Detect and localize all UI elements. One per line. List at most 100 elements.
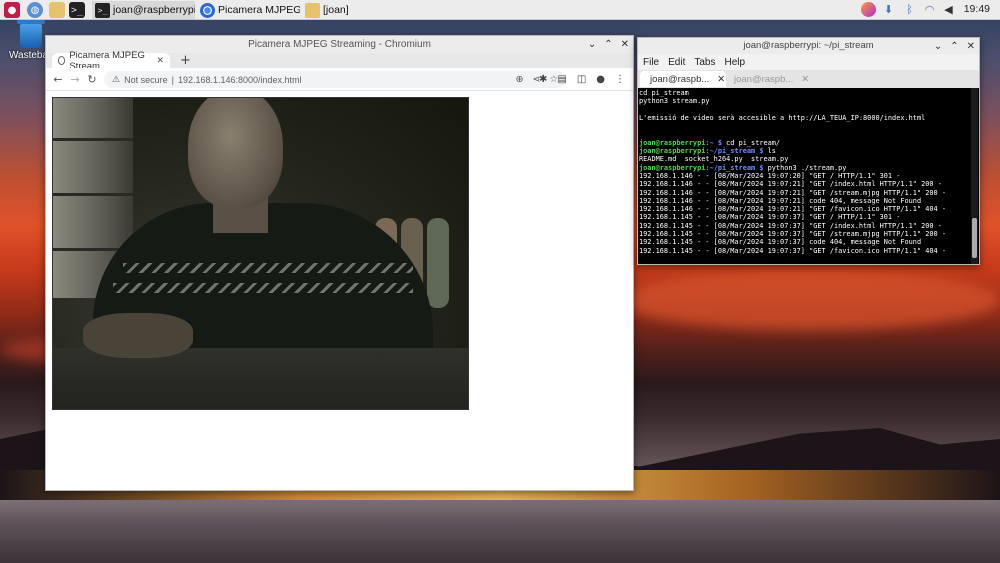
side-panel-icon[interactable]: ◫ bbox=[577, 74, 586, 85]
zoom-icon[interactable]: ⊕ bbox=[516, 74, 524, 85]
prompt-user: joan@raspberrypi bbox=[639, 138, 706, 147]
prompt-dir: :~/pi_stream $ bbox=[705, 163, 764, 172]
volume-icon[interactable]: ◀ bbox=[941, 2, 956, 17]
terminal-line: 192.168.1.146 - - [08/Mar/2024 19:07:21]… bbox=[639, 205, 946, 214]
clock[interactable]: 19:49 bbox=[964, 3, 990, 15]
stream-person-head bbox=[188, 98, 283, 208]
file-manager-icon[interactable] bbox=[49, 2, 65, 18]
terminal-line: joan@raspberrypi:~/pi_stream $ ls bbox=[639, 147, 972, 155]
forward-icon[interactable]: → bbox=[67, 71, 83, 87]
terminal-window-title: joan@raspberrypi: ~/pi_stream bbox=[743, 40, 874, 51]
terminal-tabstrip: joan@raspb... ✕ joan@raspb... ✕ bbox=[638, 70, 979, 88]
prompt-command: ls bbox=[763, 147, 776, 156]
sweater-pattern bbox=[123, 263, 413, 273]
scrollbar-thumb[interactable] bbox=[972, 218, 977, 258]
prompt-user: joan@raspberrypi bbox=[639, 163, 706, 172]
terminal-output[interactable]: cd pi_stream python3 stream.py L'emissió d… bbox=[639, 88, 972, 264]
terminal-line: joan@raspberrypi:~ $ cd pi_stream/ bbox=[639, 139, 972, 147]
maximize-icon[interactable]: ⌃ bbox=[950, 39, 958, 55]
terminal-line: 192.168.1.145 - - [08/Mar/2024 19:07:37]… bbox=[639, 213, 901, 222]
page-viewport bbox=[46, 92, 633, 490]
prompt-dir: :~ $ bbox=[705, 138, 722, 147]
terminal-tab-label: joan@raspb... bbox=[650, 73, 710, 85]
terminal-line: 192.168.1.145 - - [08/Mar/2024 19:07:37]… bbox=[639, 238, 922, 247]
wifi-icon[interactable]: ◠ bbox=[922, 2, 937, 17]
new-tab-button[interactable]: + bbox=[180, 53, 191, 68]
window-controls: ⌄ ⌃ ✕ bbox=[588, 36, 629, 53]
sweater-pattern bbox=[113, 283, 413, 293]
security-label: Not secure bbox=[124, 74, 168, 85]
minimize-icon[interactable]: ⌄ bbox=[934, 39, 942, 55]
reading-list-icon[interactable]: ▤ bbox=[557, 74, 566, 85]
menu-tabs[interactable]: Tabs bbox=[694, 57, 715, 68]
terminal-line: L'emissió de vídeo serà accesible a http… bbox=[639, 113, 926, 122]
raspberry-menu-icon[interactable]: ● bbox=[4, 2, 20, 18]
wallpaper-sea bbox=[0, 500, 1000, 563]
terminal-line: 192.168.1.146 - - [08/Mar/2024 19:07:21]… bbox=[639, 180, 942, 189]
prompt-command: python3 ./stream.py bbox=[763, 163, 847, 172]
menu-kebab-icon[interactable]: ⋮ bbox=[615, 74, 625, 85]
web-browser-icon[interactable]: ◍ bbox=[27, 2, 43, 18]
close-tab-icon[interactable]: ✕ bbox=[156, 55, 164, 66]
url-text: 192.168.1.146:8000/index.html bbox=[177, 74, 302, 85]
address-bar[interactable]: ⚠ Not secure | 192.168.1.146:8000/index.… bbox=[104, 71, 566, 88]
menu-edit[interactable]: Edit bbox=[668, 57, 685, 68]
terminal-tab[interactable]: joan@raspb... ✕ bbox=[640, 71, 726, 87]
terminal-icon: >_ bbox=[95, 2, 110, 18]
menu-help[interactable]: Help bbox=[724, 57, 745, 68]
terminal-window: joan@raspberrypi: ~/pi_stream ⌄ ⌃ ✕ File… bbox=[637, 37, 980, 265]
prompt-dir: :~/pi_stream $ bbox=[705, 147, 764, 156]
back-icon[interactable]: ← bbox=[50, 71, 66, 87]
menu-file[interactable]: File bbox=[643, 57, 659, 68]
reload-icon[interactable]: ↻ bbox=[84, 71, 100, 87]
prompt-command: cd pi_stream/ bbox=[722, 138, 781, 147]
terminal-tab-label: joan@raspb... bbox=[734, 73, 794, 85]
terminal-tab[interactable]: joan@raspb... ✕ bbox=[724, 71, 810, 87]
toolbar-actions: ✱ ▤ ◫ ● ⋮ bbox=[539, 71, 625, 88]
terminal-line: 192.168.1.146 - - [08/Mar/2024 19:07:21]… bbox=[639, 196, 922, 205]
taskbar-task-browser[interactable]: Picamera MJPEG Str... bbox=[197, 1, 300, 19]
warning-icon: ⚠ bbox=[112, 74, 121, 84]
close-icon[interactable]: ✕ bbox=[621, 36, 629, 53]
terminal-line: 192.168.1.145 - - [08/Mar/2024 19:07:37]… bbox=[639, 221, 942, 230]
chromium-icon bbox=[200, 2, 215, 18]
browser-window-title: Picamera MJPEG Streaming - Chromium bbox=[248, 39, 431, 50]
terminal-line: README.md socket_h264.py stream.py bbox=[639, 155, 789, 164]
taskbar-task-terminal[interactable]: >_ joan@raspberrypi: ~/... bbox=[92, 1, 195, 19]
terminal-line: 192.168.1.145 - - [08/Mar/2024 19:07:37]… bbox=[639, 230, 946, 239]
window-controls: ⌄ ⌃ ✕ bbox=[934, 38, 975, 55]
terminal-menubar: File Edit Tabs Help bbox=[638, 54, 979, 70]
taskbar-task-label: joan@raspberrypi: ~/... bbox=[113, 4, 195, 16]
minimize-icon[interactable]: ⌄ bbox=[588, 36, 596, 53]
camera-stream-image bbox=[52, 97, 469, 410]
terminal-line: python3 stream.py bbox=[639, 97, 710, 106]
terminal-line: 192.168.1.146 - - [08/Mar/2024 19:07:20]… bbox=[639, 171, 901, 180]
shelf-board bbox=[53, 193, 133, 196]
terminal-titlebar[interactable]: joan@raspberrypi: ~/pi_stream ⌄ ⌃ ✕ bbox=[638, 38, 979, 54]
taskbar: ● ◍ >_ >_ joan@raspberrypi: ~/... Picame… bbox=[0, 0, 1000, 20]
close-tab-icon[interactable]: ✕ bbox=[801, 74, 809, 85]
folder-icon bbox=[305, 2, 320, 18]
terminal-line: 192.168.1.145 - - [08/Mar/2024 19:07:37]… bbox=[639, 246, 946, 255]
prompt-user: joan@raspberrypi bbox=[639, 147, 706, 156]
maximize-icon[interactable]: ⌃ bbox=[604, 36, 612, 53]
update-download-icon[interactable]: ⬇ bbox=[881, 2, 896, 17]
taskbar-task-label: [joan] bbox=[323, 4, 349, 16]
stream-skateboard bbox=[427, 218, 449, 308]
bluetooth-icon[interactable]: ᛒ bbox=[902, 2, 917, 17]
extensions-icon[interactable]: ✱ bbox=[539, 74, 547, 85]
profile-icon[interactable]: ● bbox=[596, 74, 605, 85]
wallpaper-cloud bbox=[620, 270, 1000, 330]
terminal-launcher-icon[interactable]: >_ bbox=[69, 2, 85, 18]
browser-window: Picamera MJPEG Streaming - Chromium ⌄ ⌃ … bbox=[45, 35, 634, 491]
globe-icon bbox=[58, 56, 66, 65]
taskbar-task-folder[interactable]: [joan] bbox=[302, 1, 362, 19]
firefox-tray-icon[interactable] bbox=[861, 2, 876, 17]
browser-tab[interactable]: Picamera MJPEG Stream ✕ bbox=[52, 50, 170, 72]
terminal-scrollbar[interactable] bbox=[971, 88, 978, 264]
close-icon[interactable]: ✕ bbox=[967, 39, 975, 55]
